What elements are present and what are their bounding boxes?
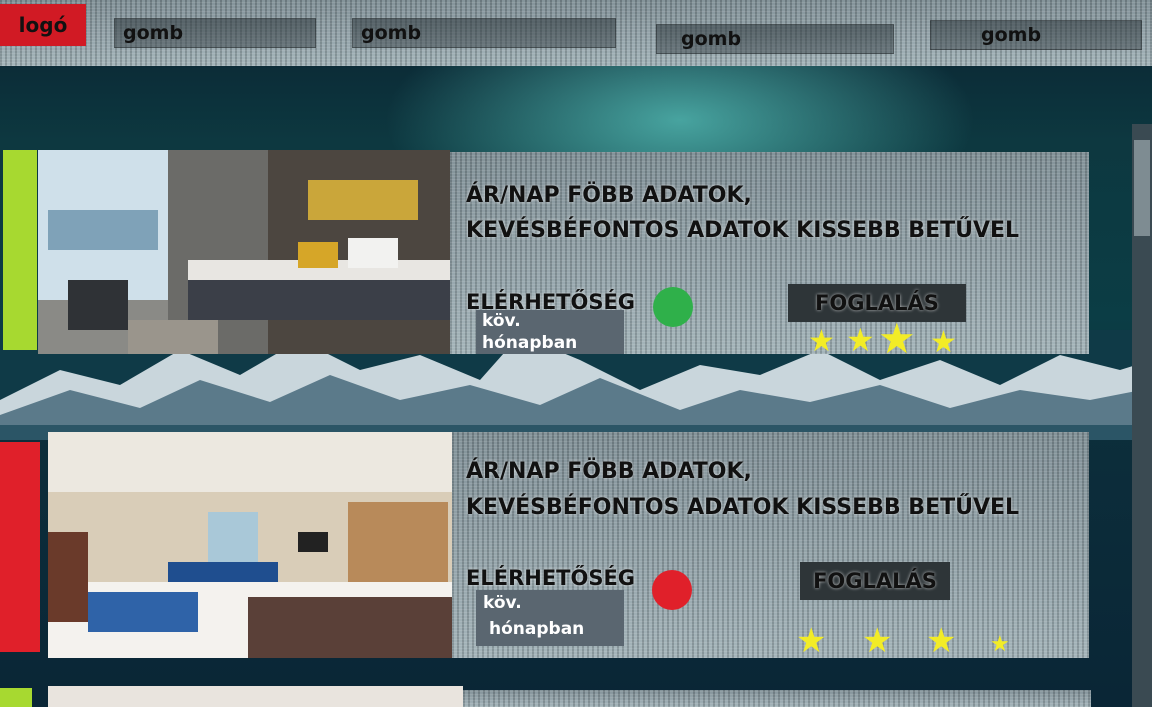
next-month-line1: köv. [482,311,521,331]
next-month-line1: köv. [483,593,522,613]
nav-button-4[interactable]: gomb [930,20,1142,50]
card-headline-main: ÁR/NAP FÖBB ADATOK, [466,183,752,208]
top-navigation-bar: logó gomb gomb gomb gomb [0,0,1152,66]
card-headline-secondary: KEVÉSBÉFONTOS ADATOK KISSEBB BETŰVEL [466,495,1020,520]
bedroom-image [38,150,450,354]
card-headline-main: ÁR/NAP FÖBB ADATOK, [466,459,752,484]
card-accent-bar [3,150,37,350]
availability-status-dot [652,570,692,610]
nav-button-3[interactable]: gomb [656,24,894,54]
booking-button[interactable]: FOGLALÁS [788,284,966,322]
nav-button-2[interactable]: gomb [352,18,616,48]
availability-status-dot [653,287,693,327]
star-icon: ★ [846,321,875,359]
nav-button-1[interactable]: gomb [114,18,316,48]
next-month-label: köv. hónapban [476,310,624,354]
logo[interactable]: logó [0,4,86,46]
next-month-line2: hónapban [482,333,578,353]
hotel-room-photo[interactable] [38,150,450,354]
card-info-panel [463,690,1091,707]
star-icon: ★ [990,632,1010,657]
star-icon: ★ [808,324,835,359]
star-icon: ★ [796,621,827,661]
hotel-room-photo[interactable] [48,432,452,658]
star-icon: ★ [878,314,916,363]
star-icon: ★ [862,621,893,661]
next-month-line2: hónapban [489,619,585,639]
availability-label: ELÉRHETŐSÉG [466,566,636,590]
booking-button[interactable]: FOGLALÁS [800,562,950,600]
card-accent-bar [0,688,32,707]
hotel-room-photo[interactable] [48,686,463,707]
star-icon: ★ [930,325,957,360]
card-accent-bar [0,442,40,652]
bedroom-image [48,432,452,658]
card-headline-secondary: KEVÉSBÉFONTOS ADATOK KISSEBB BETŰVEL [466,218,1020,243]
next-month-label: köv. hónapban [476,590,624,646]
scrollbar-thumb[interactable] [1134,140,1150,236]
star-icon: ★ [926,621,957,661]
